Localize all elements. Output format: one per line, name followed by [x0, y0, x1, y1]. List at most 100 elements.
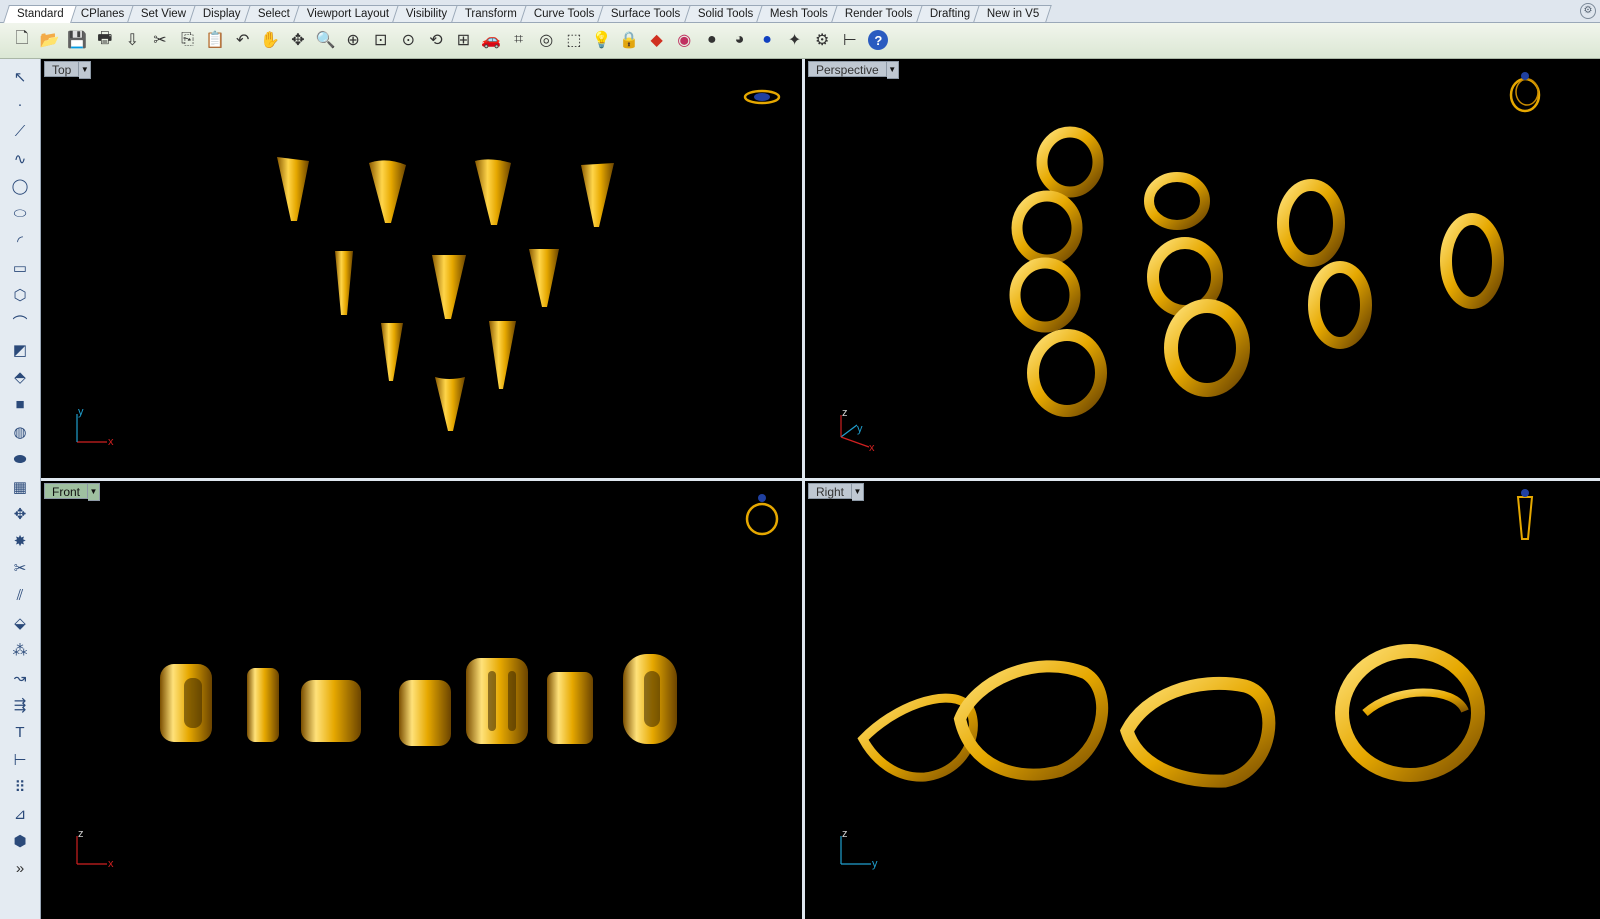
tab-label: Transform: [464, 8, 517, 20]
paste-icon[interactable]: 📋: [202, 27, 228, 53]
zoom-selected-icon[interactable]: ⊙: [395, 27, 421, 53]
group-icon[interactable]: ⁂: [8, 638, 32, 662]
ellipse-icon[interactable]: ⬭: [8, 202, 32, 226]
curve-icon[interactable]: ∿: [8, 147, 32, 171]
pan-icon[interactable]: ✋: [257, 27, 283, 53]
tab-label: Set View: [140, 8, 187, 20]
split-icon[interactable]: ⫽: [8, 584, 32, 608]
curve-tools-icon[interactable]: ↝: [8, 666, 32, 690]
tab-surface-tools[interactable]: Surface Tools: [597, 5, 694, 22]
tab-list: Standard CPlanes Set View Display Select View…: [3, 5, 1052, 23]
viewport-front-menu-arrow-icon[interactable]: ▼: [88, 483, 101, 501]
viewport-front-title[interactable]: Front ▼: [44, 483, 101, 501]
mesh-icon[interactable]: ▦: [8, 475, 32, 499]
tab-render-tools[interactable]: Render Tools: [831, 5, 926, 22]
viewport-perspective-name[interactable]: Perspective: [808, 61, 887, 77]
dimension-icon[interactable]: ⊢: [837, 27, 863, 53]
transform-icon[interactable]: ✥: [8, 502, 32, 526]
tab-new-in-v5[interactable]: New in V5: [973, 5, 1052, 22]
tab-viewport-layout[interactable]: Viewport Layout: [293, 5, 403, 22]
import-icon[interactable]: ⇩: [119, 27, 145, 53]
arc-icon[interactable]: ◜: [8, 229, 32, 253]
box-icon[interactable]: ■: [8, 393, 32, 417]
circle-icon[interactable]: ◯: [8, 174, 32, 198]
viewport-perspective-title[interactable]: Perspective ▼: [808, 61, 899, 79]
select-icon[interactable]: ⬚: [561, 27, 587, 53]
tab-drafting[interactable]: Drafting: [915, 5, 983, 22]
car-icon[interactable]: 🚗: [478, 27, 504, 53]
viewport-front[interactable]: Front ▼ z x: [41, 481, 802, 919]
right-ring-profiles: [857, 644, 1485, 788]
settings-icon[interactable]: ⚙: [809, 27, 835, 53]
cut-icon[interactable]: ✂: [147, 27, 173, 53]
save-icon[interactable]: 💾: [64, 27, 90, 53]
rotate-view-icon[interactable]: ⟲: [423, 27, 449, 53]
offset-icon[interactable]: ⇶: [8, 693, 32, 717]
solid-edit-icon[interactable]: ⬙: [8, 611, 32, 635]
snap-icon[interactable]: ◎: [533, 27, 559, 53]
viewport-right-name[interactable]: Right: [808, 483, 853, 499]
band-f4: [399, 680, 451, 746]
polygon-icon[interactable]: ⬡: [8, 283, 32, 307]
blue-sphere-icon[interactable]: ●: [754, 27, 780, 53]
copy-icon[interactable]: ⎘: [175, 27, 201, 53]
dimension-icon[interactable]: ⊢: [8, 748, 32, 772]
tab-options-gear-icon[interactable]: ⚙: [1580, 3, 1596, 19]
zoom-window-icon[interactable]: ⊕: [340, 27, 366, 53]
viewport-right-title[interactable]: Right ▼: [808, 483, 865, 501]
viewport-right-menu-arrow-icon[interactable]: ▼: [852, 483, 865, 501]
light-icon[interactable]: 💡: [588, 27, 614, 53]
fillet-curve-icon[interactable]: ⌒: [8, 311, 32, 335]
more-icon[interactable]: »: [8, 857, 32, 881]
rendered-sphere-icon[interactable]: ◕: [726, 27, 752, 53]
viewport-perspective-menu-arrow-icon[interactable]: ▼: [886, 61, 899, 79]
surface-icon[interactable]: ◩: [8, 338, 32, 362]
color-wheel-icon[interactable]: ◉: [671, 27, 697, 53]
zoom-icon[interactable]: 🔍: [313, 27, 339, 53]
move-view-icon[interactable]: ✥: [285, 27, 311, 53]
tab-standard[interactable]: Standard: [3, 5, 77, 23]
tab-set-view[interactable]: Set View: [127, 5, 200, 22]
render-icon[interactable]: ✦: [782, 27, 808, 53]
text-icon[interactable]: T: [8, 720, 32, 744]
tab-cplanes[interactable]: CPlanes: [66, 5, 137, 22]
viewport-perspective[interactable]: Perspective ▼ z y x: [805, 59, 1600, 478]
undo-icon[interactable]: ↶: [230, 27, 256, 53]
cplane-icon[interactable]: ⌗: [506, 27, 532, 53]
render-icon[interactable]: ⬢: [8, 829, 32, 853]
four-viewports-icon[interactable]: ⊞: [451, 27, 477, 53]
tab-mesh-tools[interactable]: Mesh Tools: [756, 5, 841, 22]
viewport-top-title[interactable]: Top ▼: [44, 61, 92, 79]
array-icon[interactable]: ⠿: [8, 775, 32, 799]
viewport-right[interactable]: Right ▼ z y: [805, 481, 1600, 919]
viewport-front-name[interactable]: Front: [44, 483, 89, 499]
polyline-icon[interactable]: ⟋: [8, 120, 32, 144]
point-icon[interactable]: ·: [8, 92, 32, 116]
viewport-top[interactable]: Top ▼ y x: [41, 59, 802, 478]
trim-icon[interactable]: ✂: [8, 556, 32, 580]
open-icon[interactable]: 📂: [37, 27, 63, 53]
profile-r2: [953, 660, 1109, 781]
perspective-axis-z-label: z: [842, 407, 848, 419]
cylinder-icon[interactable]: ⬬: [8, 447, 32, 471]
viewport-perspective-scene: z y x: [840, 72, 1541, 454]
tab-transform[interactable]: Transform: [450, 5, 530, 22]
explode-icon[interactable]: ✸: [8, 529, 32, 553]
viewport-top-name[interactable]: Top: [44, 61, 80, 77]
layer-icon[interactable]: ◆: [644, 27, 670, 53]
print-icon[interactable]: 🖶: [92, 27, 118, 53]
lock-icon[interactable]: 🔒: [616, 27, 642, 53]
viewport-top-menu-arrow-icon[interactable]: ▼: [79, 61, 92, 79]
help-icon[interactable]: ?: [868, 30, 889, 50]
select-arrow-icon[interactable]: ↖: [8, 65, 32, 89]
shaded-sphere-icon[interactable]: ●: [699, 27, 725, 53]
tab-visibility[interactable]: Visibility: [392, 5, 461, 22]
rectangle-icon[interactable]: ▭: [8, 256, 32, 280]
extrude-icon[interactable]: ⬘: [8, 365, 32, 389]
new-icon[interactable]: 🗋: [9, 27, 35, 53]
tab-curve-tools[interactable]: Curve Tools: [519, 5, 607, 22]
zoom-extents-icon[interactable]: ⊡: [368, 27, 394, 53]
analyze-icon[interactable]: ⊿: [8, 802, 32, 826]
tab-solid-tools[interactable]: Solid Tools: [683, 5, 766, 22]
boolean-icon[interactable]: ◍: [8, 420, 32, 444]
